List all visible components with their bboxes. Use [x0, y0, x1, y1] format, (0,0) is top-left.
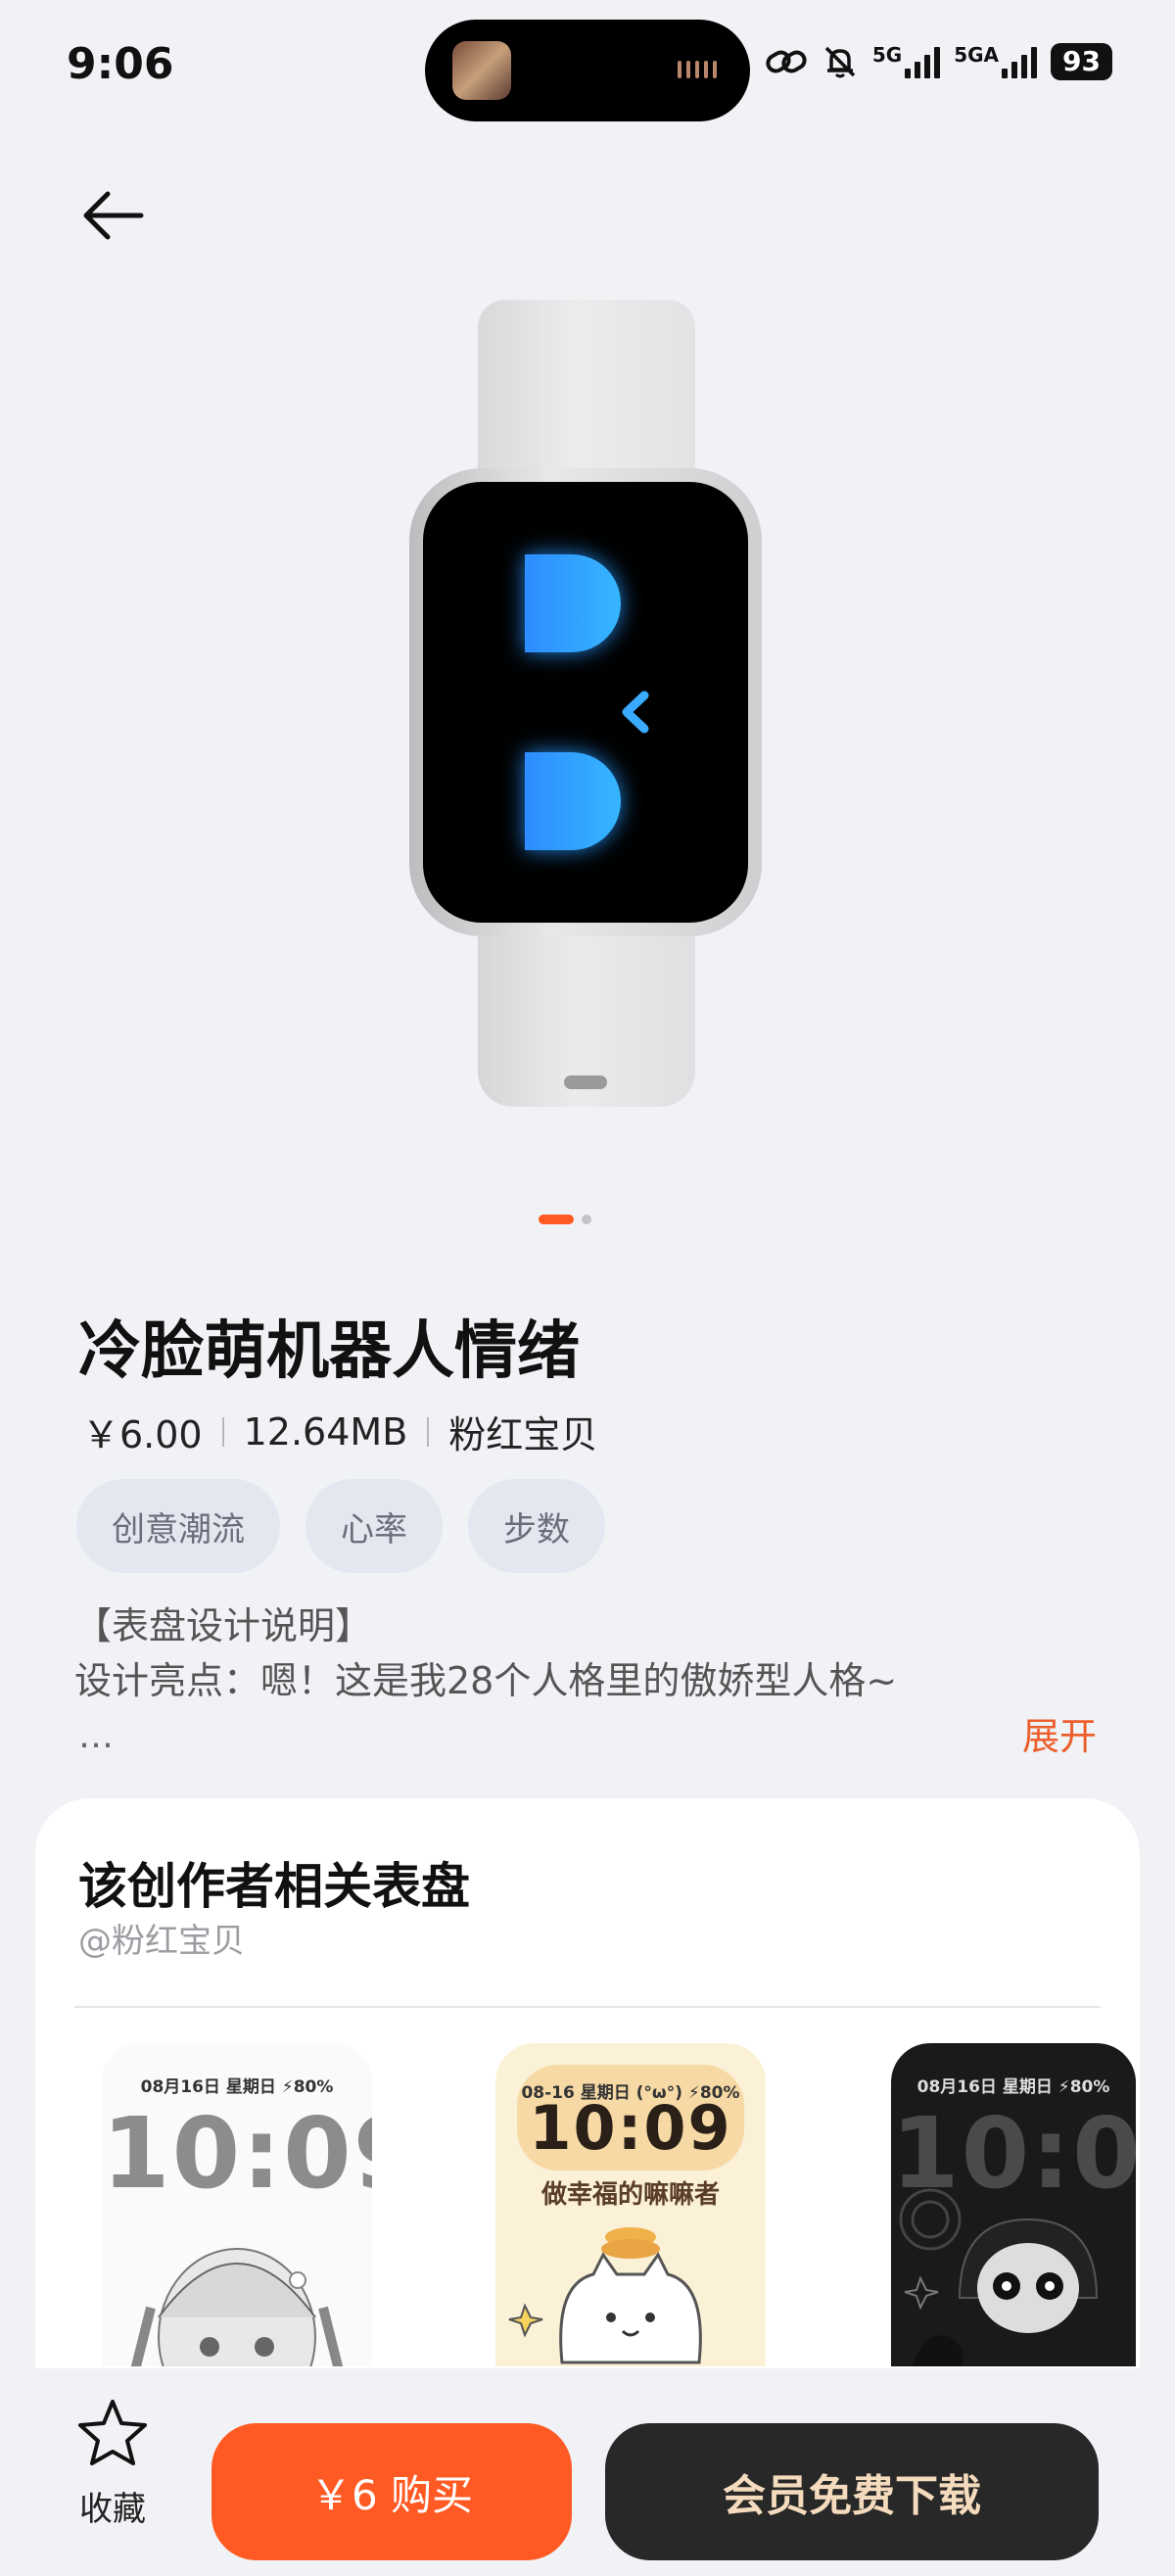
related-title: 该创作者相关表盘: [78, 1858, 470, 1915]
audio-wave-icon: [678, 61, 717, 78]
signal-2: 5GA: [954, 43, 1038, 78]
description-ellipsis: …: [78, 1716, 114, 1756]
expand-button[interactable]: 展开: [1022, 1706, 1097, 1760]
status-icons: 5G 5GA 93: [765, 43, 1112, 80]
buy-button[interactable]: ￥6 购买: [212, 2423, 572, 2560]
signal-bars-icon: [905, 45, 941, 78]
carousel-dot-active[interactable]: [539, 1215, 574, 1224]
robot-eye-icon: [525, 752, 621, 850]
star-icon: [78, 2400, 147, 2465]
product-meta: ￥6.00 12.64MB 粉红宝贝: [82, 1405, 597, 1458]
tag-chip[interactable]: 心率: [306, 1479, 443, 1573]
product-title: 冷脸萌机器人情绪: [78, 1315, 580, 1388]
robot-mouth-icon: [615, 688, 654, 740]
product-price: ￥6.00: [82, 1413, 203, 1456]
back-button[interactable]: [78, 186, 147, 245]
description-heading: 【表盘设计说明】: [74, 1604, 373, 1647]
status-time: 9:06: [67, 39, 174, 89]
face-caption: 做幸福的嘛嘛者: [540, 2180, 720, 2210]
doll-character-illustration: [899, 2188, 1099, 2366]
anime-girl-illustration: [130, 2248, 344, 2366]
battery-level: 93: [1051, 43, 1112, 80]
product-size: 12.64MB: [243, 1409, 408, 1454]
related-face-thumbnail[interactable]: 08月16日 星期日 ⚡80% 10:09: [102, 2043, 372, 2366]
carousel-indicator: [539, 1215, 591, 1224]
network-type-2: 5GA: [954, 43, 1000, 67]
face-meta: 08月16日 星期日 ⚡80%: [916, 2077, 1110, 2097]
tag-chip[interactable]: 步数: [468, 1479, 605, 1573]
dynamic-island[interactable]: [425, 20, 750, 121]
product-author[interactable]: 粉红宝贝: [448, 1405, 597, 1458]
divider: [74, 2006, 1101, 2008]
related-face-thumbnail[interactable]: 08月16日 星期日 ⚡80% 10:09: [891, 2043, 1136, 2366]
arrow-left-icon: [83, 191, 144, 240]
watch-strap-bottom: [478, 911, 695, 1107]
related-face-thumbnail[interactable]: 08-16 星期日 (°ω°) ⚡80% 10:09 做幸福的嘛嘛者: [495, 2043, 766, 2366]
carousel-dot[interactable]: [582, 1215, 591, 1224]
related-author[interactable]: @粉红宝贝: [78, 1914, 245, 1962]
link-icon: [766, 50, 807, 73]
tag-list: 创意潮流 心率 步数: [76, 1479, 605, 1573]
network-type-1: 5G: [871, 43, 903, 67]
media-thumbnail: [452, 41, 511, 100]
divider: [427, 1416, 430, 1447]
signal-1: 5G: [871, 43, 941, 78]
status-bar: 9:06 5G 5GA 93: [0, 0, 1175, 147]
product-description: 【表盘设计说明】 设计亮点：嗯！这是我28个人格里的傲娇型人格~: [74, 1598, 1112, 1708]
favorite-button[interactable]: 收藏: [70, 2392, 155, 2529]
vip-download-button[interactable]: 会员免费下载: [605, 2423, 1099, 2560]
watch-preview[interactable]: [0, 284, 1175, 1126]
watch-screen: [423, 482, 748, 923]
face-meta: 08月16日 星期日 ⚡80%: [140, 2077, 334, 2097]
bottom-action-bar: 收藏 ￥6 购买 会员免费下载: [0, 2368, 1175, 2576]
favorite-label: 收藏: [79, 2490, 146, 2529]
bell-muted-icon: [824, 46, 856, 78]
face-time: 10:09: [529, 2092, 732, 2164]
divider: [221, 1416, 224, 1447]
cat-pancake-illustration: [508, 2227, 702, 2364]
tag-chip[interactable]: 创意潮流: [76, 1479, 280, 1573]
robot-eye-icon: [525, 554, 621, 652]
signal-bars-icon: [1002, 45, 1038, 78]
watch-case: [409, 468, 762, 936]
description-text: 设计亮点：嗯！这是我28个人格里的傲娇型人格~: [74, 1659, 898, 1702]
